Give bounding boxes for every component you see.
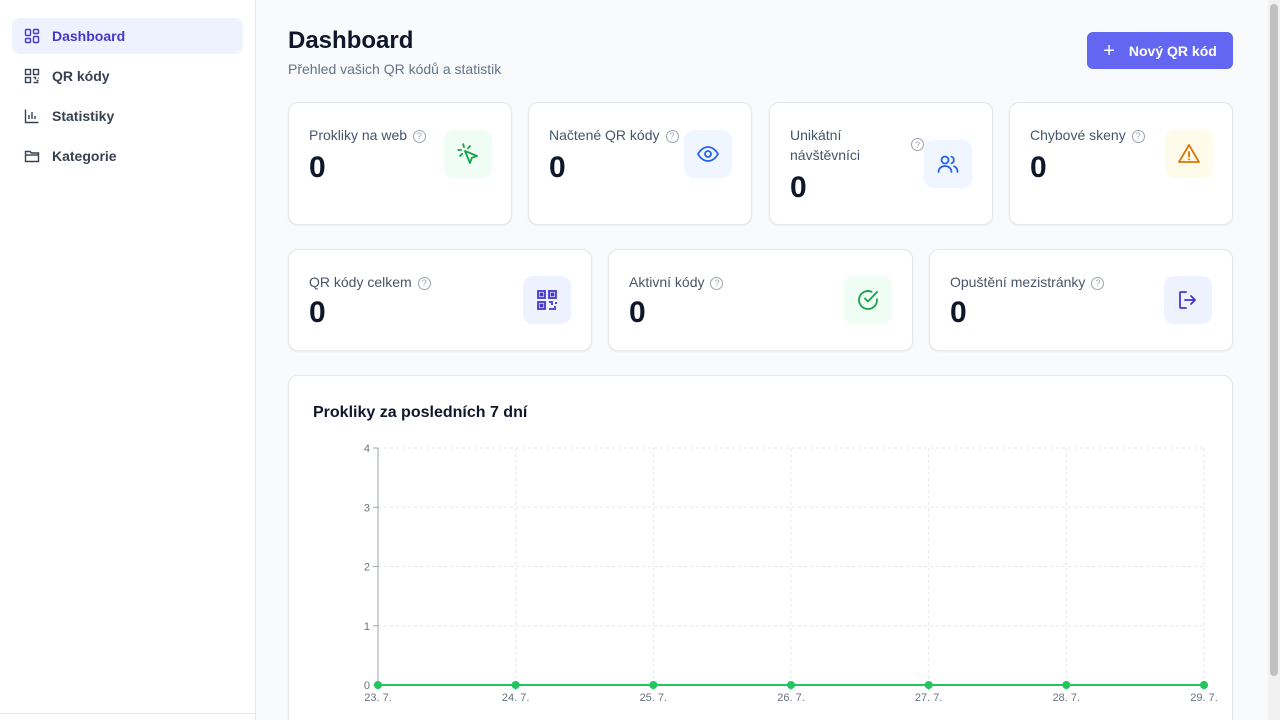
stat-label-text: QR kódy celkem — [309, 274, 412, 290]
stat-label: Opuštění mezistránky? — [950, 272, 1105, 292]
x-tick-label: 27. 7. — [915, 692, 943, 704]
y-tick-label: 0 — [364, 680, 370, 692]
sidebar-item-label: Statistiky — [52, 108, 115, 124]
main-content: Dashboard Přehled vašich QR kódů a stati… — [256, 0, 1268, 720]
help-icon[interactable]: ? — [417, 276, 431, 290]
stat-card-active-codes: Aktivní kódy? 0 — [608, 249, 913, 351]
stat-card-web-clicks: Prokliky na web? 0 — [288, 102, 512, 225]
stat-label-text: Chybové skeny — [1030, 127, 1126, 143]
sidebar: Dashboard QR kódy Statistiky Kategorie — [0, 0, 256, 720]
new-qr-code-button[interactable]: + Nový QR kód — [1087, 32, 1233, 69]
plus-icon: + — [1103, 39, 1115, 62]
y-tick-label: 4 — [364, 443, 370, 455]
stat-value: 0 — [1030, 151, 1047, 184]
exit-icon — [1164, 276, 1212, 324]
warning-triangle-icon — [1165, 130, 1213, 178]
clicks-chart-card: Prokliky za posledních 7 dní 0 1 2 3 4 23. 7.… — [288, 375, 1233, 720]
stat-label-text: Unikátní návštěvníci — [790, 127, 861, 163]
stat-card-error-scans: Chybové skeny? 0 — [1009, 102, 1233, 225]
dashboard-grid-icon — [24, 28, 40, 44]
stat-value: 0 — [549, 151, 566, 184]
data-point — [924, 681, 933, 689]
stat-label: Prokliky na web? — [309, 125, 427, 145]
y-tick-label: 1 — [364, 621, 370, 633]
x-tick-label: 24. 7. — [502, 692, 530, 704]
help-icon[interactable]: ? — [710, 276, 724, 290]
scrollbar[interactable] — [1268, 0, 1280, 720]
sidebar-item-dashboard[interactable]: Dashboard — [12, 18, 243, 54]
scrollbar-thumb[interactable] — [1270, 4, 1278, 676]
folder-icon — [24, 148, 40, 164]
data-point — [787, 681, 795, 689]
eye-icon — [684, 130, 732, 178]
stat-value: 0 — [629, 296, 646, 329]
stat-card-unique-visitors: Unikátní návštěvníci ? 0 — [769, 102, 993, 225]
stat-label-text: Aktivní kódy — [629, 274, 705, 290]
stat-label-text: Prokliky na web — [309, 127, 408, 143]
help-icon[interactable]: ? — [413, 129, 427, 143]
sidebar-item-qr-codes[interactable]: QR kódy — [12, 58, 243, 94]
stat-label: Chybové skeny? — [1030, 125, 1145, 145]
stat-label-text: Načtené QR kódy — [549, 127, 660, 143]
help-icon[interactable]: ? — [1131, 129, 1145, 143]
sidebar-item-label: Dashboard — [52, 28, 126, 44]
cursor-click-icon — [444, 130, 492, 178]
new-qr-code-button-label: Nový QR kód — [1128, 42, 1217, 59]
stat-value: 0 — [309, 296, 326, 329]
x-tick-label: 25. 7. — [640, 692, 668, 704]
sidebar-item-label: QR kódy — [52, 68, 110, 84]
x-tick-label: 29. 7. — [1190, 692, 1218, 704]
users-icon — [924, 140, 972, 188]
stat-label: Aktivní kódy? — [629, 272, 724, 292]
help-icon[interactable]: ? — [665, 129, 679, 143]
page-subtitle: Přehled vašich QR kódů a statistik — [288, 61, 502, 77]
stat-card-scanned-qr: Načtené QR kódy? 0 — [528, 102, 752, 225]
y-tick-label: 2 — [364, 562, 370, 574]
stat-label-text: Opuštění mezistránky — [950, 274, 1086, 290]
stat-value: 0 — [950, 296, 967, 329]
y-tick-label: 3 — [364, 502, 370, 514]
stat-value: 0 — [309, 151, 326, 184]
sidebar-divider — [0, 713, 256, 714]
qr-code-icon — [24, 68, 40, 84]
stat-card-interstitial-exits: Opuštění mezistránky? 0 — [929, 249, 1233, 351]
data-point — [1200, 681, 1208, 689]
stat-label: Načtené QR kódy? — [549, 125, 679, 145]
x-tick-label: 26. 7. — [777, 692, 805, 704]
stat-label: QR kódy celkem? — [309, 272, 431, 292]
x-tick-label: 23. 7. — [364, 692, 392, 704]
stat-card-qr-total: QR kódy celkem? 0 — [288, 249, 592, 351]
help-icon[interactable]: ? — [1091, 276, 1105, 290]
qr-code-icon — [523, 276, 571, 324]
sidebar-nav: Dashboard QR kódy Statistiky Kategorie — [0, 0, 255, 174]
page-title: Dashboard — [288, 27, 414, 54]
check-circle-icon — [844, 276, 892, 324]
data-point — [374, 681, 382, 689]
stat-value: 0 — [790, 171, 807, 204]
help-icon[interactable]: ? — [911, 138, 924, 151]
bar-chart-icon — [24, 108, 40, 124]
x-tick-label: 28. 7. — [1053, 692, 1081, 704]
sidebar-item-label: Kategorie — [52, 148, 117, 164]
sidebar-item-statistics[interactable]: Statistiky — [12, 98, 243, 134]
data-point — [1062, 681, 1071, 689]
data-point — [649, 681, 658, 689]
stat-label: Unikátní návštěvníci — [790, 125, 900, 165]
sidebar-item-categories[interactable]: Kategorie — [12, 138, 243, 174]
data-point — [511, 681, 520, 689]
clicks-line-chart: 0 1 2 3 4 23. 7. 24. 7. 25. 7. 26. 7. 27. 7. 28. 7… — [364, 443, 1218, 704]
